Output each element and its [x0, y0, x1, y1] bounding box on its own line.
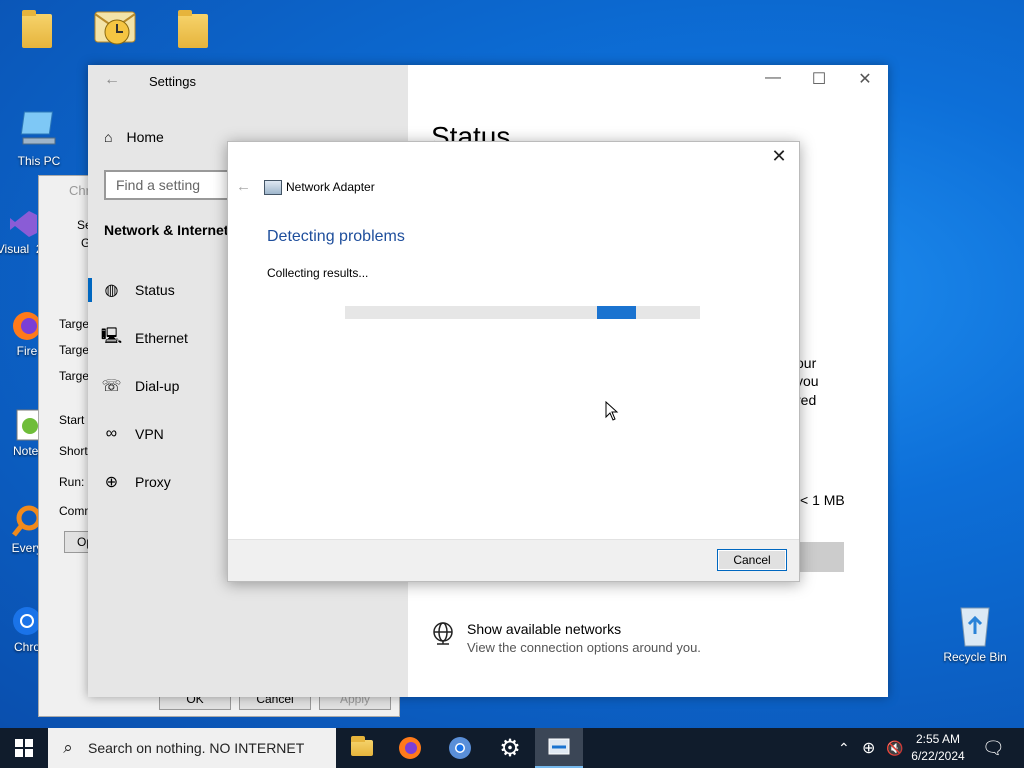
window-title: Settings	[149, 74, 196, 89]
nav-label: Status	[135, 282, 175, 298]
cancel-button[interactable]: Cancel	[717, 549, 787, 571]
data-usage-button[interactable]	[798, 542, 844, 572]
desktop-icon-label: Fire	[16, 344, 38, 358]
search-icon: ⌕	[63, 738, 73, 757]
mail-clock-icon	[94, 11, 136, 45]
show-available-networks-link[interactable]: Show available networks View the connect…	[431, 621, 701, 655]
folder-icon	[22, 10, 52, 48]
back-arrow-icon[interactable]: ←	[236, 178, 251, 195]
nav-label: Ethernet	[135, 330, 188, 346]
folder-icon	[178, 10, 208, 48]
network-adapter-icon	[264, 180, 282, 195]
taskbar-file-explorer[interactable]	[338, 728, 386, 768]
recycle-bin-icon	[960, 607, 990, 647]
taskbar: ⌕ Search on nothing. NO INTERNET ⚙ ⌃ ⊕ 🔇…	[0, 728, 1024, 768]
notification-icon: 🗨	[982, 737, 1005, 758]
speaker-muted-icon: 🔇	[886, 739, 904, 756]
nav-label: Proxy	[135, 474, 171, 490]
show-networks-desc: View the connection options around you.	[467, 640, 701, 655]
ethernet-icon: 🖳	[100, 327, 123, 345]
vpn-icon: ∞	[105, 425, 118, 442]
taskbar-search-box[interactable]: ⌕ Search on nothing. NO INTERNET	[48, 728, 336, 768]
taskbar-settings[interactable]: ⚙	[486, 728, 534, 768]
close-button[interactable]: ✕	[842, 69, 888, 89]
desktop-this-pc[interactable]: This PC	[4, 108, 74, 168]
desktop-folder-icon[interactable]	[2, 10, 72, 50]
maximize-button[interactable]: ☐	[796, 69, 842, 89]
globe-icon: ⊕	[104, 474, 119, 491]
clock-time: 2:55 AM	[915, 732, 961, 746]
close-icon[interactable]: ✕	[767, 146, 791, 167]
start-button[interactable]	[0, 728, 48, 768]
dialup-icon: ☏	[101, 378, 122, 395]
firefox-icon	[399, 737, 421, 759]
chrome-icon	[449, 737, 471, 759]
clock-date: 6/22/2024	[911, 749, 965, 763]
data-usage-value: < 1 MB	[800, 492, 845, 508]
taskbar-troubleshooter[interactable]	[535, 728, 583, 768]
desktop-icon-label: Chro	[13, 640, 40, 654]
show-hidden-icons[interactable]: ⌃	[838, 728, 850, 768]
mouse-cursor-icon	[605, 401, 619, 421]
minimize-button[interactable]: —	[750, 69, 796, 87]
dialog-footer: Cancel	[228, 539, 799, 581]
progress-bar	[345, 306, 700, 319]
notifications-button[interactable]: 🗨	[982, 728, 1005, 768]
troubleshooter-icon	[548, 738, 570, 755]
dialog-heading: Detecting problems	[267, 228, 405, 245]
troubleshooter-dialog[interactable]: ✕ ← Network Adapter Detecting problems C…	[227, 141, 800, 582]
home-icon: ⌂	[104, 129, 113, 145]
globe-status-icon: ◍	[104, 282, 119, 299]
back-arrow-icon[interactable]: ←	[104, 71, 120, 89]
taskbar-firefox[interactable]	[386, 728, 434, 768]
home-label: Home	[126, 129, 164, 145]
desktop-folder-icon-2[interactable]	[158, 10, 228, 50]
file-explorer-icon	[351, 736, 373, 756]
chevron-up-icon: ⌃	[838, 739, 850, 756]
language-tray[interactable]: ⊕	[862, 728, 875, 768]
dialog-status-text: Collecting results...	[267, 266, 369, 280]
desktop-recycle-bin[interactable]: Recycle Bin	[940, 602, 1010, 664]
computer-icon	[20, 111, 56, 145]
nav-label: VPN	[135, 426, 164, 442]
dialog-title: Network Adapter	[286, 180, 375, 194]
network-globe-icon	[433, 622, 453, 645]
desktop-outlook-icon[interactable]	[80, 6, 150, 52]
globe-icon: ⊕	[862, 740, 876, 757]
taskbar-chrome[interactable]	[436, 728, 484, 768]
search-placeholder: Find a setting	[116, 177, 201, 193]
show-networks-title: Show available networks	[467, 621, 622, 637]
windows-logo-icon	[15, 739, 33, 757]
home-link[interactable]: ⌂ Home	[104, 129, 164, 145]
taskbar-clock[interactable]: 2:55 AM 6/22/2024	[904, 731, 972, 765]
properties-row: Run:	[59, 475, 85, 489]
nav-label: Dial-up	[135, 378, 180, 394]
progress-fill	[597, 306, 637, 319]
gear-icon: ⚙	[499, 734, 521, 762]
visual-studio-icon	[10, 211, 37, 237]
section-heading: Network & Internet	[104, 222, 229, 238]
volume-tray[interactable]: 🔇	[886, 728, 903, 768]
desktop-icon-label: Recycle Bin	[943, 650, 1007, 664]
taskbar-search-text: Search on nothing. NO INTERNET	[88, 740, 305, 756]
desktop-icon-label: This PC	[17, 154, 61, 168]
